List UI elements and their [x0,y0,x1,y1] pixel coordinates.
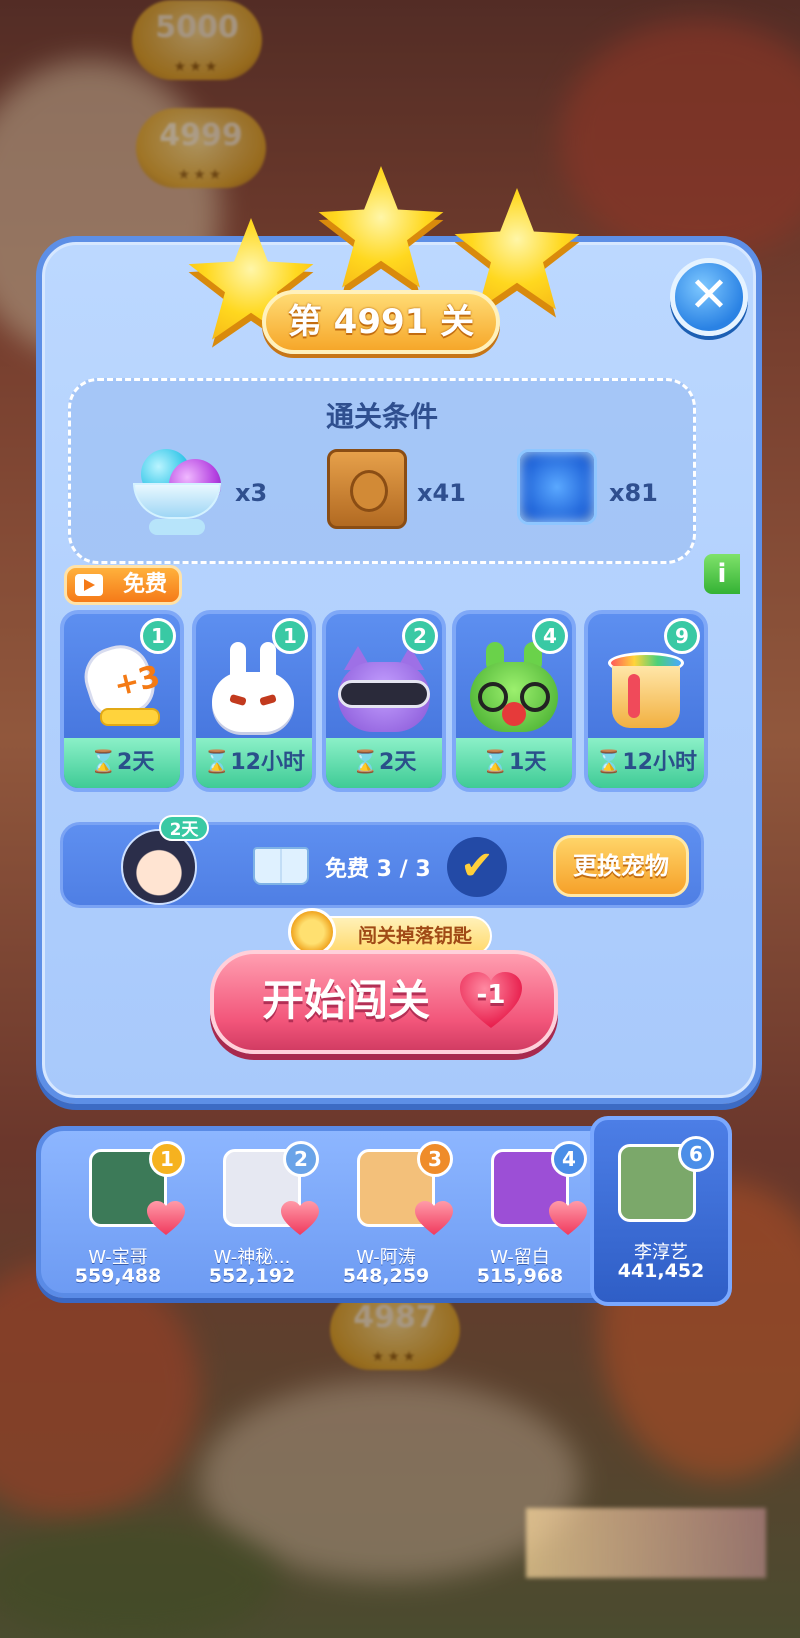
condition-count: x81 [609,479,658,507]
condition-crate: x41 [327,449,487,539]
info-icon: i [717,559,727,589]
paint-bucket-icon [602,642,690,734]
start-label: 开始闯关 [262,976,431,1025]
change-pet-button[interactable]: 更换宠物 [553,835,689,897]
booster-paint[interactable]: 9 ⌛12小时 [584,610,708,792]
booster-timer: ⌛12小时 [588,738,704,788]
green-frog-icon [468,642,560,734]
condition-count: x41 [417,479,466,507]
level-title: 第 4991 关 [262,290,500,354]
rank-badge: 3 [417,1141,453,1177]
leaderboard-entry[interactable]: 3 W-阿涛 548,259 [319,1131,453,1301]
condition-jelly: x3 [129,449,289,539]
player-score: 552,192 [208,1265,296,1287]
rank-badge: 2 [283,1141,319,1177]
glove-plus3-icon: +3 [76,637,166,734]
booster-count-badge: 1 [272,618,308,654]
booster-count-badge: 2 [402,618,438,654]
book-icon [253,847,309,885]
leaderboard-entry[interactable]: 4 W-留白 515,968 [453,1131,587,1301]
pet-enabled-toggle[interactable]: ✔ [447,837,507,897]
start-level-button[interactable]: 开始闯关 -1 [210,950,558,1054]
booster-timer: ⌛2天 [64,738,180,788]
send-heart-icon[interactable] [281,1201,319,1235]
condition-ice: x81 [517,449,677,539]
player-score: 548,259 [342,1265,430,1287]
booster-timer: ⌛1天 [456,738,572,788]
level-stars [186,160,586,348]
rank-badge: 4 [551,1141,587,1177]
info-button[interactable]: i [704,554,740,594]
player-score: 515,968 [476,1265,564,1287]
send-heart-icon[interactable] [147,1201,185,1235]
leaderboard-entry[interactable]: 2 W-神秘... 552,192 [185,1131,319,1301]
send-heart-icon[interactable] [415,1201,453,1235]
rank-badge: 1 [149,1141,185,1177]
pet-panel: 2天 免费 3 / 3 ✔ 更换宠物 [60,815,704,908]
free-boosters-tag: 免费 [64,565,182,605]
send-heart-icon[interactable] [549,1201,587,1235]
checkmark-icon: ✔ [460,843,494,889]
win-conditions-title: 通关条件 [325,400,438,433]
player-score: 559,488 [74,1265,162,1287]
booster-count-badge: 9 [664,618,700,654]
jelly-ball-icon [129,449,229,539]
ice-block-icon [517,449,597,525]
close-button[interactable]: ✕ [670,258,748,336]
condition-count: x3 [235,479,268,507]
watermark [526,1508,766,1578]
pet-free-count: 免费 3 / 3 [325,857,431,882]
booster-count-badge: 1 [140,618,176,654]
booster-count-badge: 4 [532,618,568,654]
video-clapper-icon [75,574,103,596]
win-conditions: 通关条件 x3 x41 x81 [68,378,696,564]
white-bunny-icon [210,642,298,734]
heart-cost-icon: -1 [460,972,522,1028]
booster-cat[interactable]: 2 ⌛2天 [322,610,446,792]
booster-timer: ⌛2天 [326,738,442,788]
booster-glove[interactable]: +3 1 ⌛2天 [60,610,184,792]
rank-badge: 6 [678,1136,714,1172]
close-icon: ✕ [688,267,730,323]
leaderboard-self-entry[interactable]: 6 李淳艺 441,452 [590,1116,732,1306]
player-score: 441,452 [617,1260,705,1282]
fruit-crate-icon [327,449,407,529]
booster-frog[interactable]: 4 ⌛1天 [452,610,576,792]
purple-cat-goggles-icon [336,642,432,734]
leaderboard-entry[interactable]: 1 W-宝哥 559,488 [51,1131,185,1301]
booster-bunny[interactable]: 1 ⌛12小时 [192,610,316,792]
pet-duration-badge: 2天 [159,815,209,841]
booster-timer: ⌛12小时 [196,738,312,788]
key-icon [288,908,336,956]
